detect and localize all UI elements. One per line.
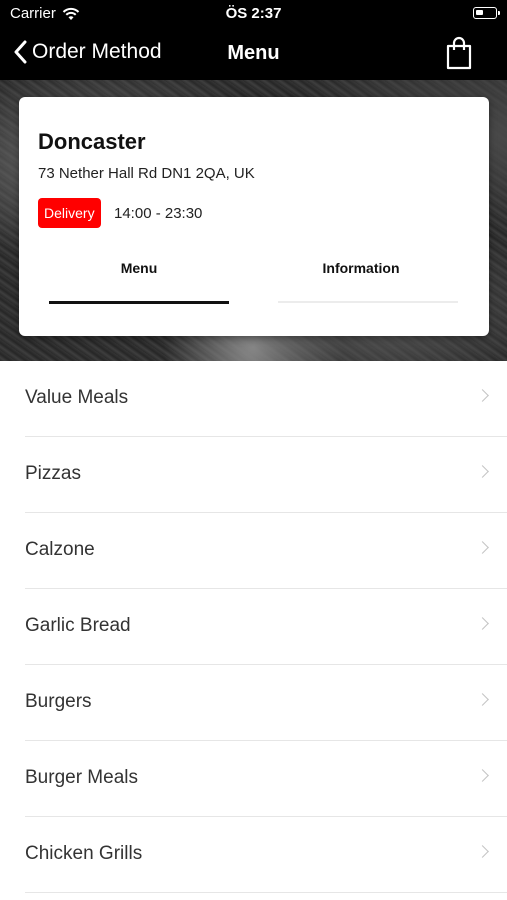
list-item-label: Garlic Bread xyxy=(25,615,131,636)
store-address: 73 Nether Hall Rd DN1 2QA, UK xyxy=(38,165,255,182)
delivery-badge: Delivery xyxy=(38,198,101,228)
status-bar: Carrier ÖS 2:37 xyxy=(0,0,507,28)
menu-category-list: Value Meals Pizzas Calzone Garlic Bread … xyxy=(0,361,507,893)
tab-menu[interactable]: Menu xyxy=(49,260,229,276)
cart-button[interactable] xyxy=(445,36,473,75)
chevron-right-icon xyxy=(476,845,489,858)
battery-icon xyxy=(473,7,500,19)
chevron-right-icon xyxy=(476,617,489,630)
list-item-label: Calzone xyxy=(25,539,95,560)
list-item-label: Burgers xyxy=(25,691,92,712)
list-item-pizzas[interactable]: Pizzas xyxy=(25,437,507,513)
list-item-chicken-grills[interactable]: Chicken Grills xyxy=(25,817,507,893)
list-item-label: Value Meals xyxy=(25,387,129,408)
chevron-right-icon xyxy=(476,769,489,782)
store-info-card: Doncaster 73 Nether Hall Rd DN1 2QA, UK … xyxy=(19,97,489,336)
shopping-bag-icon xyxy=(446,36,472,70)
navigation-bar: Order Method Menu xyxy=(0,28,507,80)
chevron-right-icon xyxy=(476,693,489,706)
list-item-label: Burger Meals xyxy=(25,767,138,788)
list-item-burger-meals[interactable]: Burger Meals xyxy=(25,741,507,817)
chevron-right-icon xyxy=(476,465,489,478)
list-item-value-meals[interactable]: Value Meals xyxy=(25,361,507,437)
list-item-label: Pizzas xyxy=(25,463,81,484)
list-item-garlic-bread[interactable]: Garlic Bread xyxy=(25,589,507,665)
chevron-right-icon xyxy=(476,389,489,402)
store-hours: 14:00 - 23:30 xyxy=(114,205,203,222)
page-title: Menu xyxy=(227,42,280,64)
store-name: Doncaster xyxy=(38,129,146,154)
list-item-label: Chicken Grills xyxy=(25,843,143,864)
tab-menu-indicator xyxy=(49,301,229,304)
list-item-burgers[interactable]: Burgers xyxy=(25,665,507,741)
tab-information[interactable]: Information xyxy=(271,260,451,276)
app-screen: Carrier ÖS 2:37 Order Method Menu Doncas… xyxy=(0,0,507,900)
chevron-right-icon xyxy=(476,541,489,554)
list-item-calzone[interactable]: Calzone xyxy=(25,513,507,589)
status-time: ÖS 2:37 xyxy=(225,5,282,22)
tab-information-indicator xyxy=(278,301,458,303)
